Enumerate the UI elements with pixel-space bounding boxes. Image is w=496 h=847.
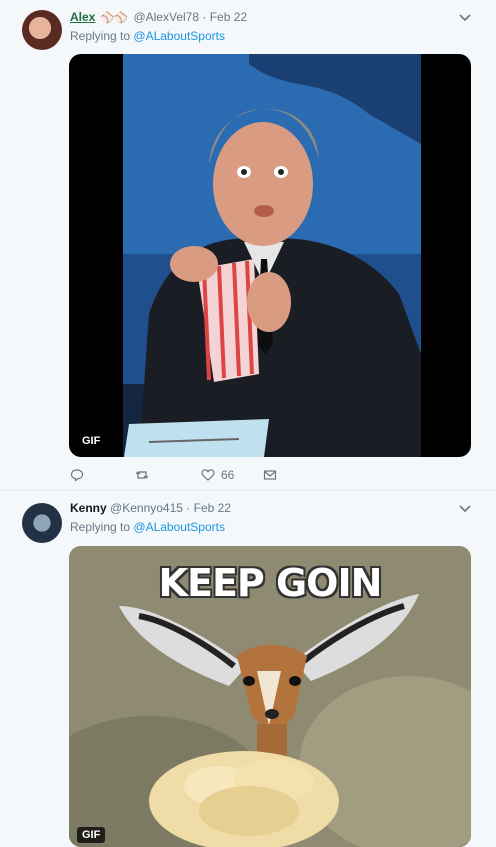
mail-icon bbox=[263, 470, 277, 480]
baseball-emoji: ⚾⚾ bbox=[100, 12, 129, 24]
tweet-header: Alex ⚾⚾ @AlexVel78 · Feb 22 bbox=[70, 10, 247, 24]
retweet-button[interactable] bbox=[135, 466, 149, 484]
tweet[interactable]: Kenny @Kennyo415 · Feb 22 Replying to @A… bbox=[0, 490, 496, 847]
like-icon bbox=[201, 469, 215, 481]
author-name[interactable]: Kenny bbox=[70, 501, 107, 515]
like-count: 66 bbox=[221, 468, 235, 482]
replying-to: Replying to @ALaboutSports bbox=[70, 29, 225, 43]
separator: · bbox=[186, 501, 191, 515]
tweet-date[interactable]: Feb 22 bbox=[194, 501, 231, 515]
avatar[interactable] bbox=[22, 503, 62, 543]
gif-badge: GIF bbox=[77, 433, 106, 449]
gif-badge: GIF bbox=[77, 827, 106, 843]
tweet-date[interactable]: Feb 22 bbox=[210, 10, 247, 24]
chevron-down-icon[interactable] bbox=[458, 10, 472, 24]
separator: · bbox=[202, 10, 207, 24]
replying-to: Replying to @ALaboutSports bbox=[70, 520, 225, 534]
gif-image bbox=[123, 54, 421, 457]
replying-to-mention[interactable]: @ALaboutSports bbox=[133, 29, 225, 43]
author-handle[interactable]: @AlexVel78 bbox=[133, 10, 199, 24]
tweet[interactable]: Alex ⚾⚾ @AlexVel78 · Feb 22 Replying to … bbox=[0, 0, 496, 490]
reply-button[interactable] bbox=[70, 466, 84, 484]
author-handle[interactable]: @Kennyo415 bbox=[110, 501, 183, 515]
author-name[interactable]: Alex bbox=[70, 10, 95, 24]
like-button[interactable]: 66 bbox=[201, 466, 234, 484]
gif-media[interactable]: KEEP GOIN GIF bbox=[69, 546, 471, 847]
replying-to-label: Replying to bbox=[70, 520, 131, 534]
gif-media[interactable]: GIF bbox=[69, 54, 471, 457]
chevron-down-icon[interactable] bbox=[458, 501, 472, 515]
dm-button[interactable] bbox=[263, 466, 277, 484]
replying-to-label: Replying to bbox=[70, 29, 131, 43]
gif-caption: KEEP GOIN bbox=[158, 561, 383, 605]
tweet-header: Kenny @Kennyo415 · Feb 22 bbox=[70, 501, 231, 515]
replying-to-mention[interactable]: @ALaboutSports bbox=[133, 520, 225, 534]
avatar[interactable] bbox=[22, 10, 62, 50]
reply-icon bbox=[70, 469, 84, 482]
retweet-icon bbox=[135, 471, 149, 479]
